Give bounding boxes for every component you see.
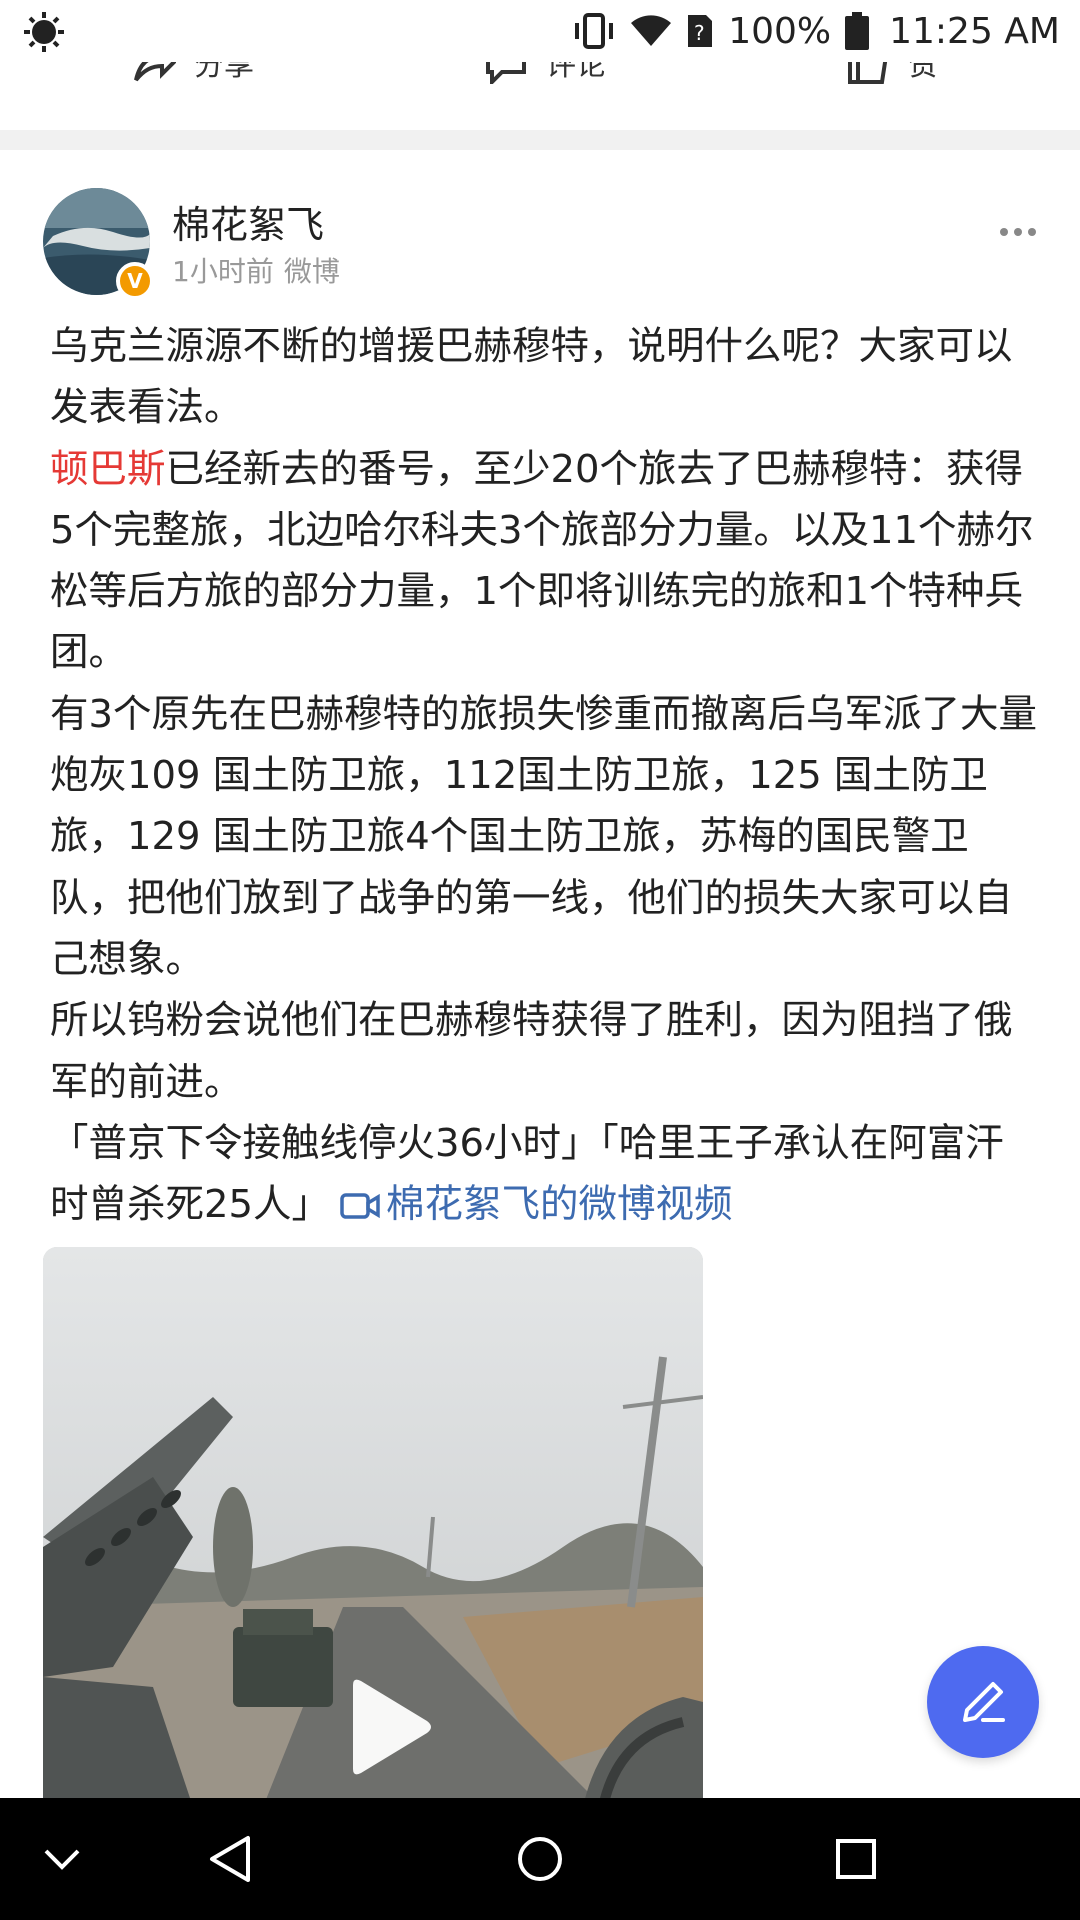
- nav-back-button[interactable]: [200, 1798, 260, 1920]
- vibrate-icon: [575, 13, 614, 49]
- verified-badge: V: [116, 262, 154, 300]
- video-camera-icon: [340, 1193, 380, 1219]
- nav-collapse-button[interactable]: [36, 1798, 88, 1920]
- post-paragraph-3: 有3个原先在巴赫穆特的旅损失惨重而撤离后乌军派了大量炮灰109 国土防卫旅，11…: [50, 691, 1037, 982]
- recents-icon: [836, 1839, 876, 1879]
- more-options-button[interactable]: [1000, 226, 1036, 238]
- system-navigation-bar: [0, 1798, 1080, 1920]
- video-thumbnail[interactable]: [43, 1247, 703, 1807]
- post-body[interactable]: 乌克兰源源不断的增援巴赫穆特，说明什么呢？大家可以发表看法。 顿巴斯已经新去的番…: [50, 316, 1040, 1235]
- post-meta: 1小时前 微博: [172, 250, 340, 290]
- post-paragraph-1: 乌克兰源源不断的增援巴赫穆特，说明什么呢？大家可以发表看法。: [50, 324, 1013, 431]
- more-dot: [1000, 228, 1008, 236]
- home-icon: [518, 1837, 562, 1881]
- clock: 11:25 AM: [889, 10, 1060, 52]
- battery-icon: [845, 12, 870, 50]
- play-icon[interactable]: [343, 1677, 433, 1777]
- feed-divider: [0, 130, 1080, 150]
- author-name[interactable]: 棉花絮飞: [172, 194, 324, 249]
- battery-percent: 100%: [728, 10, 832, 52]
- donbas-hashtag-link[interactable]: 顿巴斯: [50, 447, 166, 492]
- compose-button[interactable]: [927, 1646, 1039, 1758]
- post-time: 1小时前: [172, 255, 274, 288]
- svg-text:?: ?: [694, 21, 705, 45]
- post-source: 微博: [283, 255, 340, 288]
- post-paragraph-5: 「普京下令接触线停火36小时」「哈里王子承认在阿富汗时曾杀死25人」 棉花絮飞的微…: [50, 1113, 1040, 1236]
- back-icon: [210, 1836, 250, 1882]
- status-bar: ? 100% 11:25 AM: [0, 0, 1080, 62]
- post-paragraph-2: 顿巴斯已经新去的番号，至少20个旅去了巴赫穆特：获得5个完整旅，北边哈尔科夫3个…: [50, 446, 1034, 676]
- post-paragraph-4: 所以钨粉会说他们在巴赫穆特获得了胜利，因为阻挡了俄军的前进。: [50, 998, 1013, 1105]
- pencil-icon: [963, 1682, 1005, 1722]
- nav-home-button[interactable]: [510, 1798, 570, 1920]
- brightness-icon: [24, 12, 64, 52]
- video-link[interactable]: 棉花絮飞的微博视频: [330, 1182, 733, 1227]
- chevron-down-icon: [44, 1849, 80, 1870]
- more-dot: [1028, 228, 1036, 236]
- nav-recents-button[interactable]: [826, 1798, 886, 1920]
- sim-unknown-icon: ?: [688, 15, 713, 47]
- wifi-icon: [631, 15, 672, 47]
- more-dot: [1014, 228, 1022, 236]
